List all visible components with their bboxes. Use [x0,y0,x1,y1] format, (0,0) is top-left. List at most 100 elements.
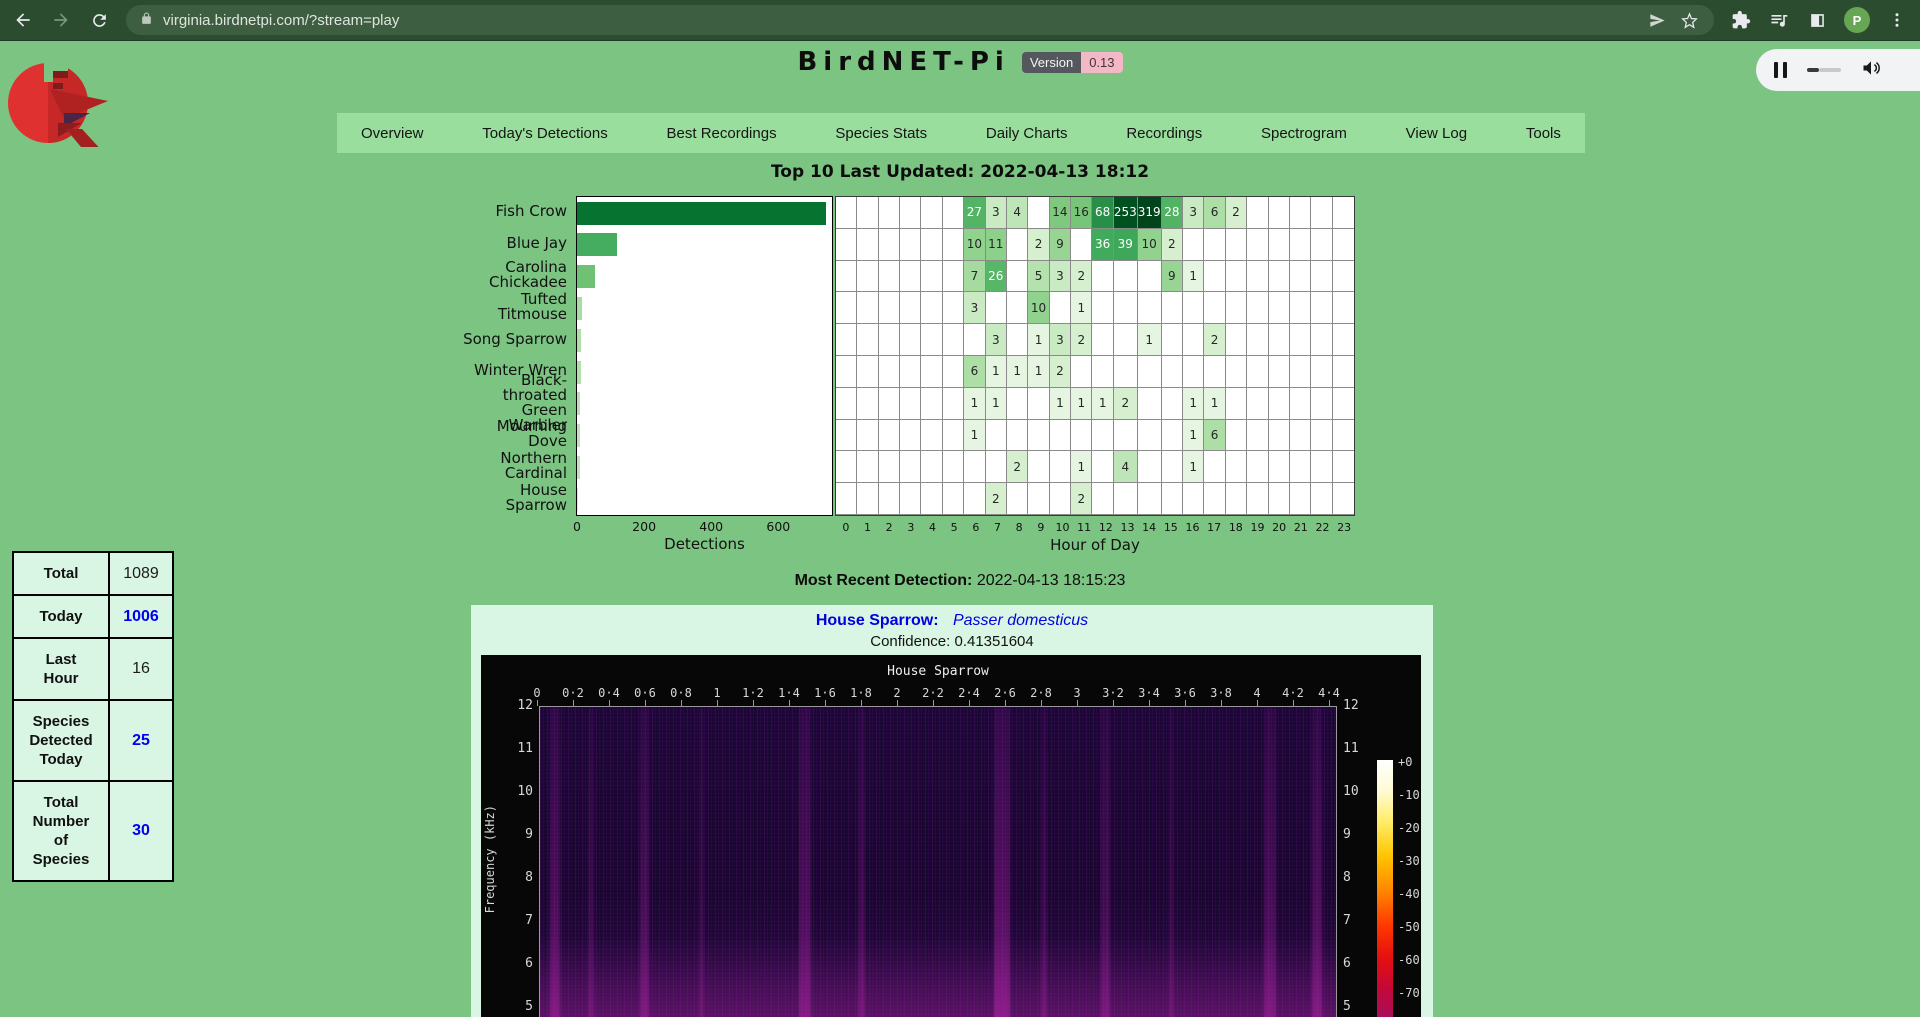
spec-x-tick-label: 3·4 [1138,686,1160,700]
hour-axis-tick: 16 [1182,521,1204,534]
heatmap-cell: 2 [1071,324,1092,356]
heatmap-cell [1114,356,1138,388]
heatmap-cell [879,229,900,261]
back-icon[interactable] [12,9,34,31]
audio-player[interactable] [1756,49,1920,91]
heatmap-cell [836,483,857,515]
heatmap-cell: 36 [1092,229,1113,261]
colorbar-tick-label: -20 [1398,821,1420,835]
heatmap-cell [943,483,964,515]
heatmap-cell: 3 [1050,261,1071,293]
bookmark-star-icon[interactable] [1678,9,1700,31]
spec-y-tick-left: 9 [497,827,533,842]
heatmap-cell [921,356,942,388]
spec-x-tick-label: 3 [1073,686,1080,700]
heatmap-cell [900,197,921,229]
heatmap-cell [1226,356,1247,388]
nav-item-best-recordings[interactable]: Best Recordings [657,121,787,146]
heatmap-cell [1311,229,1332,261]
heatmap-cell [857,483,878,515]
heatmap-cell: 1 [1183,451,1204,483]
heatmap-cell [857,292,878,324]
heatmap-cell [836,388,857,420]
heatmap-cell [1269,229,1290,261]
nav-item-spectrogram[interactable]: Spectrogram [1251,121,1357,146]
top10-heading: Top 10 Last Updated: 2022-04-13 18:12 [0,162,1920,182]
detections-bar [577,233,617,256]
spec-x-tick-label: 2·8 [1030,686,1052,700]
detection-common-name[interactable]: House Sparrow: [816,612,939,629]
heatmap-cell [1138,483,1162,515]
heatmap-cell: 1 [1007,356,1028,388]
detections-bar [577,297,582,320]
playlist-icon[interactable] [1768,9,1790,31]
bar-axis-label: Detections [576,535,833,553]
kebab-menu-icon[interactable] [1886,9,1908,31]
heatmap-cell [1007,292,1028,324]
heatmap-cell: 1 [986,388,1007,420]
heatmap-cell [1162,451,1183,483]
stat-value[interactable]: 1006 [109,595,173,638]
side-panel-icon[interactable] [1806,9,1828,31]
nav-item-view-log[interactable]: View Log [1396,121,1477,146]
pause-icon[interactable] [1774,62,1787,78]
heatmap-cell [1007,261,1028,293]
heatmap-cell [1092,483,1113,515]
nav-item-overview[interactable]: Overview [351,121,434,146]
spec-x-tick-mark [537,700,538,706]
heatmap-cell [1114,292,1138,324]
profile-avatar[interactable]: P [1844,7,1870,33]
forward-icon[interactable] [50,9,72,31]
detection-scientific-name[interactable]: Passer domesticus [953,612,1088,629]
page-body: BirdNET-Pi Version 0.13 OverviewToday's … [0,41,1920,1017]
reload-icon[interactable] [88,9,110,31]
volume-icon[interactable] [1861,58,1881,83]
spectrogram: House Sparrow 00·20·40·60·811·21·41·61·8… [481,655,1421,1017]
heatmap-cell [1028,451,1049,483]
stat-value[interactable]: 30 [109,781,173,881]
heatmap-cell [1007,483,1028,515]
heatmap-cell [1333,197,1354,229]
heatmap-cell [1183,292,1204,324]
nav-item-recordings[interactable]: Recordings [1116,121,1212,146]
heatmap-cell [1333,420,1354,452]
nav-item-daily-charts[interactable]: Daily Charts [976,121,1078,146]
hour-axis-tick: 2 [878,521,900,534]
heatmap-cell [921,261,942,293]
species-label: Song Sparrow [462,323,574,355]
heatmap-cell [921,420,942,452]
spec-x-tick-label: 1·2 [742,686,764,700]
nav-item-species-stats[interactable]: Species Stats [825,121,937,146]
heatmap-cell [857,356,878,388]
stat-value[interactable]: 25 [109,700,173,781]
heatmap-grid: 2734141668253319283621011293639102726532… [835,196,1355,516]
colorbar-tick-label: -70 [1398,986,1420,1000]
heatmap-cell [836,197,857,229]
stat-label: Today [13,595,109,638]
heatmap-cell [1183,356,1204,388]
heatmap-cell [1311,420,1332,452]
heatmap-cell [1028,388,1049,420]
heatmap-cell [1007,229,1028,261]
spec-x-tick-label: 4 [1253,686,1260,700]
url-bar[interactable]: virginia.birdnetpi.com/?stream=play [126,5,1714,35]
audio-scrubber[interactable] [1807,68,1841,72]
heatmap-cell [1311,324,1332,356]
heatmap-cell: 9 [1050,229,1071,261]
nav-item-today-s-detections[interactable]: Today's Detections [472,121,617,146]
heatmap-cell [879,261,900,293]
heatmap-cell [921,451,942,483]
heatmap-cell [1247,483,1268,515]
nav-item-tools[interactable]: Tools [1516,121,1571,146]
send-icon[interactable] [1646,9,1668,31]
heatmap-cell [857,451,878,483]
heatmap-cell [1138,388,1162,420]
heatmap-cell [1092,324,1113,356]
extensions-puzzle-icon[interactable] [1730,9,1752,31]
heatmap-cell: 1 [1138,324,1162,356]
hour-axis-tick: 1 [857,521,879,534]
heatmap-cell [1247,197,1268,229]
heatmap-cell: 39 [1114,229,1138,261]
heatmap-cell [1028,197,1049,229]
spec-x-tick-label: 4·4 [1318,686,1340,700]
